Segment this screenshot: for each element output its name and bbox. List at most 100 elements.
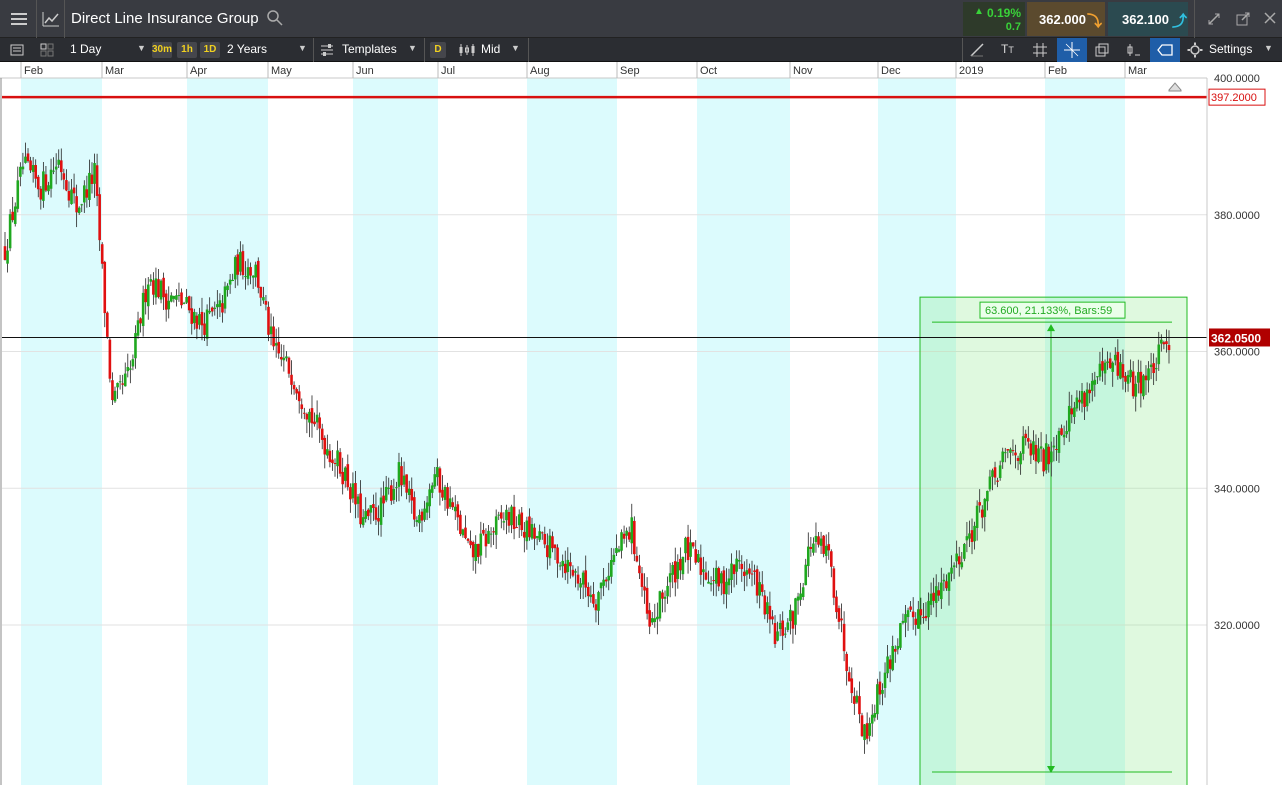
candle-body [1162, 342, 1166, 345]
chart-line-icon[interactable] [41, 9, 61, 29]
price-type-select[interactable]: Mid [481, 42, 500, 56]
candle-body [809, 546, 813, 549]
collapse-icon[interactable] [1206, 11, 1222, 29]
timeframe-1d-button[interactable]: 1D [200, 42, 220, 58]
candle-body [837, 608, 841, 622]
candle-body [67, 190, 71, 201]
candle-body [571, 569, 575, 576]
divider [528, 38, 529, 62]
candle-body [364, 511, 368, 519]
candle-body [262, 297, 265, 301]
candle-body [42, 171, 45, 201]
candle-body [208, 311, 211, 313]
candle-body [630, 517, 634, 544]
settings-button[interactable]: Settings [1209, 42, 1252, 56]
candle-body [796, 596, 800, 601]
templates-icon [319, 42, 335, 60]
menu-icon[interactable] [9, 10, 29, 28]
candle-body [1037, 448, 1040, 463]
candle-body [146, 284, 150, 307]
candle-body [387, 487, 391, 489]
candle-body [899, 623, 902, 648]
candle-body [546, 545, 549, 558]
candle-body [323, 437, 327, 455]
candle-body [860, 715, 864, 737]
candle-body [1119, 362, 1122, 379]
candle-body [566, 559, 570, 573]
candle-body [778, 622, 782, 629]
templates-button[interactable]: Templates [342, 42, 397, 56]
candle-body [113, 390, 117, 402]
candle-body [162, 277, 165, 298]
candle-body [801, 587, 805, 597]
candle-body [236, 254, 240, 275]
timeframe-30m-button[interactable]: 30m [152, 42, 172, 58]
buy-price-button[interactable]: 362.100 ⤴ [1108, 2, 1188, 36]
close-icon[interactable] [1263, 11, 1277, 27]
candle-body [231, 279, 234, 281]
divider [36, 0, 37, 38]
candle-body [8, 214, 12, 249]
candle-body [735, 558, 738, 572]
candle-body [103, 261, 107, 314]
indicator-icon[interactable] [1125, 42, 1141, 60]
candle-body [983, 498, 987, 517]
candle-body [658, 591, 662, 619]
crosshair-toggle[interactable] [1057, 38, 1087, 62]
timeframe-1h-button[interactable]: 1h [177, 42, 197, 58]
list-icon[interactable] [9, 42, 25, 60]
price-tick-label: 380.0000 [1214, 210, 1260, 222]
candle-body [957, 556, 961, 565]
candle-body [405, 474, 408, 493]
candle-body [305, 413, 309, 420]
candle-body [1093, 379, 1097, 385]
candle-body [538, 531, 541, 540]
divider [962, 38, 963, 62]
candle-body [436, 466, 439, 478]
candle-body [249, 267, 252, 276]
search-icon[interactable] [266, 9, 284, 27]
interval-select[interactable]: 1 Day [70, 42, 101, 56]
candle-body [615, 547, 618, 554]
candle-body [850, 678, 854, 694]
candle-body [853, 696, 856, 704]
candle-body [228, 279, 232, 285]
candle-body [1062, 434, 1066, 438]
candle-body [11, 211, 14, 221]
candle-body [456, 504, 460, 518]
candle-body [1024, 433, 1028, 438]
candle-body [292, 385, 296, 390]
candle-body [277, 341, 281, 354]
text-tool-icon[interactable]: TT [1001, 43, 1014, 55]
popout-icon[interactable] [1235, 11, 1251, 29]
time-axis [0, 62, 1207, 78]
candle-body [781, 620, 785, 636]
candle-body [349, 487, 352, 500]
candle-body [1052, 445, 1056, 448]
candle-body [180, 292, 183, 306]
measure-box[interactable] [919, 296, 1188, 785]
month-shade [527, 78, 617, 785]
candle-body [653, 618, 657, 623]
candle-body [1044, 443, 1048, 471]
candle-body [753, 570, 756, 572]
candle-body [922, 616, 925, 618]
candle-body [98, 194, 101, 241]
sell-price-button[interactable]: 362.000 ⤵ [1027, 2, 1105, 36]
chart-canvas[interactable]: 63.600, 21.133%, Bars:59 397.2000 362.050… [0, 62, 1282, 785]
tag-icon [1157, 44, 1173, 56]
label-toggle[interactable] [1150, 38, 1180, 62]
copy-icon[interactable] [1094, 42, 1110, 60]
layout-icon[interactable] [39, 42, 55, 60]
draw-line-icon[interactable] [969, 42, 985, 60]
candle-body [1034, 444, 1038, 462]
month-shade [697, 78, 790, 785]
price-chart[interactable]: 63.600, 21.133%, Bars:59 397.2000 362.050… [0, 62, 1282, 785]
candle-body [868, 723, 871, 736]
grid-icon[interactable] [1032, 42, 1048, 60]
candle-body [1111, 362, 1115, 372]
candle-body [484, 533, 488, 547]
period-select[interactable]: 2 Years [227, 42, 267, 56]
d-button[interactable]: D [430, 42, 446, 58]
chart-application: Direct Line Insurance Group ▲ 0.19% 0.7 … [0, 0, 1282, 785]
